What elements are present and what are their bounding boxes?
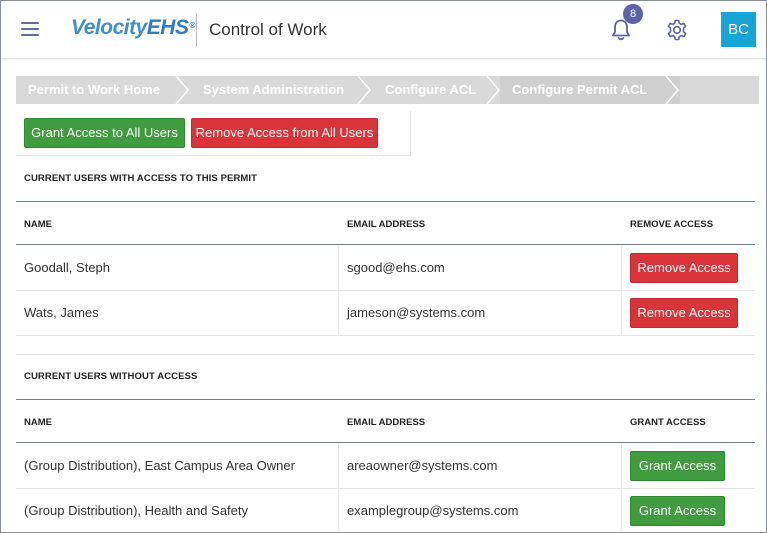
header-divider (196, 13, 197, 47)
column-divider (338, 489, 339, 532)
app-title: Control of Work (209, 20, 327, 39)
table-row: Goodall, Steph sgood@ehs.com Remove Acce… (16, 246, 755, 291)
breadcrumb-separator-icon (175, 76, 189, 104)
table-row: Wats, James jameson@systems.com Remove A… (16, 291, 755, 336)
velocity-ehs-logo[interactable]: VelocityEHS® (71, 15, 195, 41)
column-divider (621, 444, 622, 488)
column-divider (338, 444, 339, 488)
remove-access-all-button[interactable]: Remove Access from All Users (191, 118, 378, 148)
logo-text-accent: EHS (146, 16, 189, 39)
table-header: NAME EMAIL ADDRESS REMOVE ACCESS (16, 201, 755, 245)
user-email: jameson@systems.com (347, 305, 486, 320)
column-divider (621, 291, 622, 335)
section-title-without-access: CURRENT USERS WITHOUT ACCESS (24, 371, 198, 382)
column-divider (338, 291, 339, 335)
table-header: NAME EMAIL ADDRESS GRANT ACCESS (16, 399, 755, 443)
grant-access-button[interactable]: Grant Access (630, 496, 725, 526)
breadcrumb-separator-icon (486, 76, 500, 104)
gear-icon[interactable] (665, 18, 689, 42)
column-header-name: NAME (24, 219, 52, 230)
breadcrumb: Permit to Work Home System Administratio… (16, 76, 759, 104)
breadcrumb-item-configure-permit-acl[interactable]: Configure Permit ACL (512, 76, 647, 104)
app-window: VelocityEHS® Control of Work 8 BC Permit… (0, 0, 767, 533)
user-name: Goodall, Steph (24, 260, 111, 275)
grant-access-button[interactable]: Grant Access (630, 451, 725, 481)
breadcrumb-item-system-administration[interactable]: System Administration (203, 76, 344, 104)
section-divider (16, 354, 755, 355)
user-email: areaowner@systems.com (347, 458, 498, 473)
user-name: (Group Distribution), East Campus Area O… (24, 458, 295, 473)
bulk-actions-panel: Grant Access to All Users Remove Access … (16, 111, 411, 156)
user-email: sgood@ehs.com (347, 260, 445, 275)
user-name: (Group Distribution), Health and Safety (24, 503, 248, 518)
column-header-email: EMAIL ADDRESS (347, 219, 426, 230)
hamburger-menu-icon[interactable] (21, 22, 39, 36)
table-row: (Group Distribution), East Campus Area O… (16, 444, 755, 489)
table-row: (Group Distribution), Health and Safety … (16, 489, 755, 532)
column-divider (338, 246, 339, 290)
breadcrumb-separator-icon (665, 76, 679, 104)
column-divider (621, 489, 622, 532)
user-avatar[interactable]: BC (721, 12, 756, 47)
breadcrumb-separator-icon (357, 76, 371, 104)
top-header: VelocityEHS® Control of Work 8 BC (1, 1, 766, 59)
column-header-name: NAME (24, 417, 52, 428)
user-name: Wats, James (24, 305, 99, 320)
breadcrumb-item-permit-to-work-home[interactable]: Permit to Work Home (28, 76, 160, 104)
remove-access-button[interactable]: Remove Access (630, 298, 738, 328)
logo-text-main: Velocity (71, 16, 147, 39)
breadcrumb-item-configure-acl[interactable]: Configure ACL (385, 76, 476, 104)
user-email: examplegroup@systems.com (347, 503, 519, 518)
column-header-grant-access: GRANT ACCESS (630, 417, 706, 428)
logo-registered-mark: ® (189, 21, 195, 30)
remove-access-button[interactable]: Remove Access (630, 253, 738, 283)
section-title-with-access: CURRENT USERS WITH ACCESS TO THIS PERMIT (24, 173, 258, 184)
column-header-remove-access: REMOVE ACCESS (630, 219, 714, 230)
notification-count-badge[interactable]: 8 (623, 4, 643, 24)
grant-access-all-button[interactable]: Grant Access to All Users (24, 118, 185, 148)
column-header-email: EMAIL ADDRESS (347, 417, 426, 428)
column-divider (621, 246, 622, 290)
